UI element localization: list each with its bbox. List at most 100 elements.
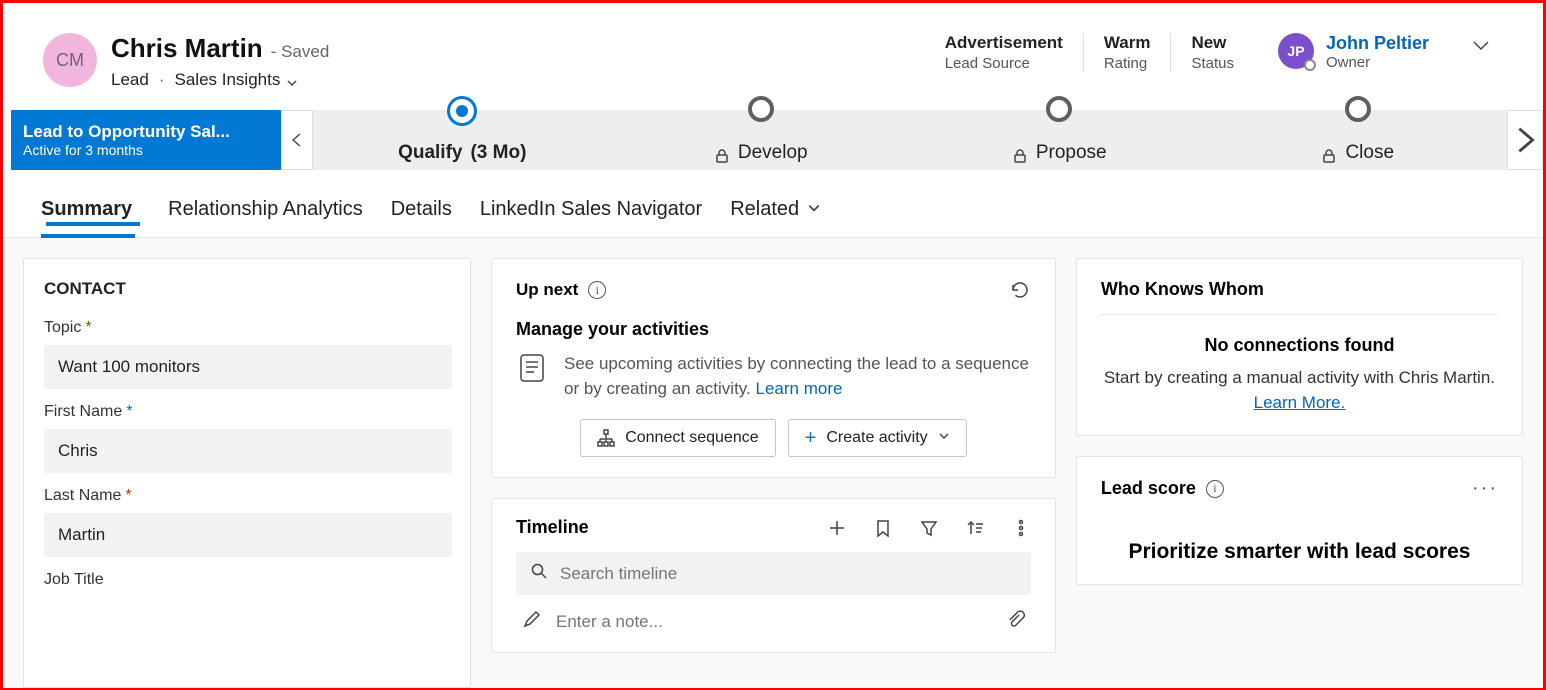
- process-duration: Active for 3 months: [23, 142, 269, 158]
- leadscore-title: Lead score: [1101, 478, 1196, 499]
- field-label: First Name: [44, 403, 122, 420]
- stage-propose[interactable]: Propose: [910, 110, 1209, 170]
- timeline-search[interactable]: [516, 552, 1031, 595]
- owner-avatar: JP: [1278, 33, 1314, 69]
- separator-dot: ·: [159, 70, 165, 90]
- header-stats: Advertisement Lead Source Warm Rating Ne…: [925, 33, 1254, 72]
- more-icon[interactable]: ···: [1472, 477, 1498, 500]
- required-indicator: *: [85, 319, 91, 336]
- owner-initials: JP: [1287, 43, 1304, 59]
- stage-close[interactable]: Close: [1209, 110, 1508, 170]
- sort-icon[interactable]: [965, 518, 985, 538]
- process-prev-button[interactable]: [281, 110, 313, 170]
- field-topic: Topic*: [24, 319, 470, 403]
- stage-label: Develop: [738, 142, 808, 164]
- process-next-button[interactable]: [1507, 110, 1543, 170]
- info-icon[interactable]: i: [1206, 480, 1224, 498]
- tab-related[interactable]: Related: [730, 190, 821, 237]
- stat-label: Rating: [1104, 55, 1151, 72]
- tab-linkedin[interactable]: LinkedIn Sales Navigator: [480, 190, 702, 237]
- filter-icon[interactable]: [919, 518, 939, 538]
- record-avatar: CM: [43, 33, 97, 87]
- header-expand-button[interactable]: [1469, 33, 1493, 62]
- upnext-title: Up next: [516, 280, 578, 300]
- stage-label: Close: [1345, 142, 1394, 164]
- topic-input[interactable]: [44, 345, 452, 389]
- tab-summary[interactable]: Summary: [41, 190, 140, 237]
- owner-label: Owner: [1326, 54, 1429, 71]
- process-header[interactable]: Lead to Opportunity Sal... Active for 3 …: [11, 110, 281, 170]
- stage-develop[interactable]: Develop: [612, 110, 911, 170]
- form-tabs: Summary Relationship Analytics Details L…: [3, 170, 1543, 238]
- lock-icon: [714, 148, 730, 164]
- contact-section: CONTACT Topic* First Name* Last Name* Jo…: [23, 258, 471, 688]
- field-label: Job Title: [44, 571, 104, 588]
- plus-icon: +: [805, 428, 817, 448]
- chevron-down-icon: [938, 429, 950, 447]
- stage-circle-icon: [1046, 96, 1072, 122]
- upnext-subtitle: Manage your activities: [516, 319, 1031, 340]
- field-first-name: First Name*: [24, 403, 470, 487]
- upnext-text: See upcoming activities by connecting th…: [564, 352, 1031, 401]
- info-icon[interactable]: i: [588, 281, 606, 299]
- presence-indicator: [1304, 59, 1316, 71]
- up-next-card: Up next i Manage your activities See upc…: [491, 258, 1056, 478]
- add-icon[interactable]: [827, 518, 847, 538]
- recommended-indicator: *: [126, 403, 132, 420]
- stat-label: Lead Source: [945, 55, 1063, 72]
- learn-more-link[interactable]: Learn more: [756, 379, 843, 398]
- chevron-down-icon: [286, 74, 298, 86]
- business-process-flow: Lead to Opportunity Sal... Active for 3 …: [3, 110, 1543, 170]
- button-label: Create activity: [826, 429, 927, 447]
- search-icon: [530, 562, 548, 585]
- stage-duration: (3 Mo): [470, 142, 526, 164]
- record-header: CM Chris Martin - Saved Lead · Sales Ins…: [3, 3, 1543, 100]
- more-icon[interactable]: [1011, 518, 1031, 538]
- record-name: Chris Martin: [111, 33, 263, 64]
- timeline-note-input[interactable]: [556, 612, 991, 632]
- stage-circle-icon: [748, 96, 774, 122]
- pencil-icon: [522, 609, 542, 634]
- stage-circle-icon: [1345, 96, 1371, 122]
- connect-sequence-button[interactable]: Connect sequence: [580, 419, 775, 457]
- stage-circle-icon: [447, 96, 477, 126]
- document-icon: [516, 352, 548, 384]
- stat-value: Advertisement: [945, 33, 1063, 53]
- stat-lead-source[interactable]: Advertisement Lead Source: [925, 33, 1083, 72]
- field-last-name: Last Name*: [24, 487, 470, 571]
- lock-icon: [1012, 148, 1028, 164]
- sitemap-icon: [597, 429, 615, 447]
- stage-qualify[interactable]: Qualify (3 Mo): [313, 110, 612, 170]
- stage-label: Propose: [1036, 142, 1107, 164]
- create-activity-button[interactable]: + Create activity: [788, 419, 967, 457]
- timeline-search-input[interactable]: [560, 564, 1017, 584]
- saved-state: - Saved: [271, 42, 330, 62]
- timeline-note-row[interactable]: [516, 595, 1031, 634]
- form-selector[interactable]: Sales Insights: [175, 70, 299, 90]
- chevron-down-icon: [807, 198, 821, 221]
- first-name-input[interactable]: [44, 429, 452, 473]
- stat-rating[interactable]: Warm Rating: [1083, 33, 1171, 72]
- title-column: Chris Martin - Saved Lead · Sales Insigh…: [111, 33, 329, 90]
- section-title: CONTACT: [24, 259, 470, 319]
- button-label: Connect sequence: [625, 429, 758, 447]
- last-name-input[interactable]: [44, 513, 452, 557]
- paperclip-icon[interactable]: [1005, 609, 1025, 634]
- field-label: Topic: [44, 319, 81, 336]
- timeline-card: Timeline: [491, 498, 1056, 653]
- leadscore-heading: Prioritize smarter with lead scores: [1101, 540, 1498, 564]
- wkw-learn-more-link[interactable]: Learn More.: [1254, 393, 1346, 412]
- bookmark-icon[interactable]: [873, 518, 893, 538]
- stat-label: Status: [1191, 55, 1234, 72]
- who-knows-whom-card: Who Knows Whom No connections found Star…: [1076, 258, 1523, 436]
- form-name: Sales Insights: [175, 70, 281, 90]
- owner-block[interactable]: JP John Peltier Owner: [1254, 33, 1429, 71]
- tab-relationship-analytics[interactable]: Relationship Analytics: [168, 190, 363, 237]
- refresh-icon[interactable]: [1009, 279, 1031, 301]
- tab-details[interactable]: Details: [391, 190, 452, 237]
- wkw-heading: No connections found: [1101, 335, 1498, 356]
- process-stages: Qualify (3 Mo) Develop Propose Close: [313, 110, 1507, 170]
- stat-value: Warm: [1104, 33, 1151, 53]
- lead-score-card: Lead score i ··· Prioritize smarter with…: [1076, 456, 1523, 585]
- stat-status[interactable]: New Status: [1170, 33, 1254, 72]
